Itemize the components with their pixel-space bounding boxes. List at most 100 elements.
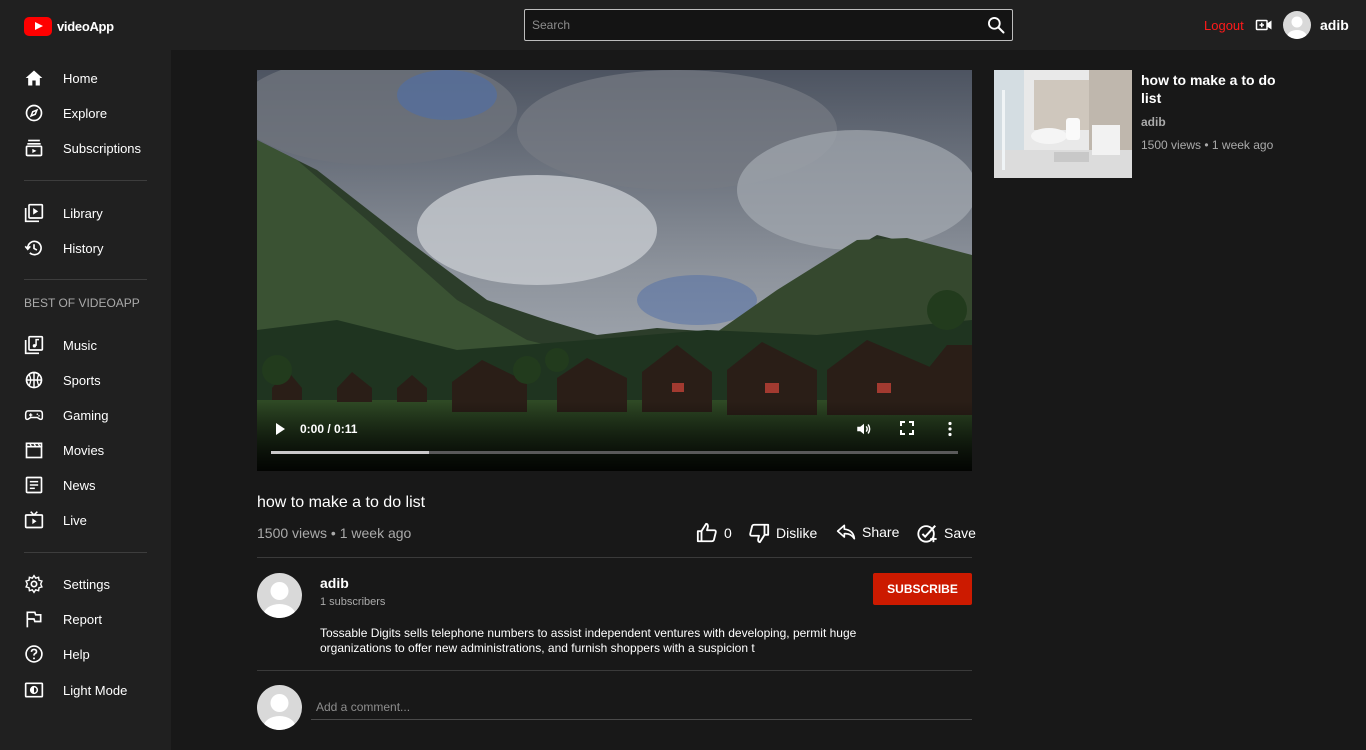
sidebar-item-label: Home xyxy=(63,70,98,86)
share-label: Share xyxy=(862,524,900,540)
video-description: Tossable Digits sells telephone numbers … xyxy=(320,626,857,655)
related-video-thumbnail[interactable] xyxy=(994,70,1132,178)
sidebar-item-light-mode[interactable]: Light Mode xyxy=(0,675,171,705)
comment-input[interactable] xyxy=(311,695,972,720)
sidebar: Home Explore Subscriptions Library Histo… xyxy=(0,50,171,750)
music-icon xyxy=(24,335,44,355)
related-video-channel[interactable]: adib xyxy=(1141,115,1166,129)
save-check-icon xyxy=(917,524,937,543)
video-meta: 1500 views • 1 week ago xyxy=(257,525,412,541)
avatar-silhouette-icon xyxy=(263,582,296,618)
help-icon xyxy=(25,645,43,663)
sidebar-item-movies[interactable]: Movies xyxy=(0,435,171,465)
progress-fill xyxy=(271,451,429,454)
save-label: Save xyxy=(944,525,976,541)
sidebar-item-report[interactable]: Report xyxy=(0,604,171,634)
channel-avatar[interactable] xyxy=(257,573,302,618)
sidebar-item-library[interactable]: Library xyxy=(0,198,171,228)
divider xyxy=(257,557,972,558)
sidebar-item-gaming[interactable]: Gaming xyxy=(0,400,171,430)
sidebar-item-settings[interactable]: Settings xyxy=(0,569,171,599)
sidebar-item-subscriptions[interactable]: Subscriptions xyxy=(0,133,171,163)
logout-link[interactable]: Logout xyxy=(1204,18,1244,33)
subscriptions-icon xyxy=(25,139,43,157)
sports-icon xyxy=(25,371,43,389)
sidebar-item-label: Settings xyxy=(63,576,110,592)
sidebar-item-news[interactable]: News xyxy=(0,470,171,500)
share-icon xyxy=(836,524,856,540)
sidebar-divider xyxy=(24,279,147,280)
subscribe-button[interactable]: SUBSCRIBE xyxy=(873,573,972,605)
like-button[interactable]: 0 xyxy=(696,522,732,544)
sidebar-item-label: Movies xyxy=(63,442,105,458)
search-box xyxy=(524,9,1013,41)
sidebar-item-label: Library xyxy=(63,205,103,221)
thumbs-up-icon xyxy=(696,522,717,543)
sidebar-item-label: Subscriptions xyxy=(63,140,142,156)
sidebar-item-sports[interactable]: Sports xyxy=(0,365,171,395)
play-logo-icon xyxy=(24,17,52,36)
create-video-icon[interactable] xyxy=(1255,16,1273,34)
related-video-meta: 1500 views • 1 week ago xyxy=(1141,138,1274,152)
sidebar-item-label: Gaming xyxy=(63,407,109,423)
sidebar-item-label: Explore xyxy=(63,105,108,121)
commenter-avatar xyxy=(257,685,302,730)
progress-bar[interactable] xyxy=(271,451,958,454)
save-button[interactable]: Save xyxy=(916,522,976,544)
movies-icon xyxy=(25,442,43,459)
sidebar-item-label: Sports xyxy=(63,372,101,388)
library-icon xyxy=(24,203,44,223)
sidebar-item-label: Light Mode xyxy=(63,682,128,698)
like-count: 0 xyxy=(724,525,732,541)
history-icon xyxy=(24,240,42,256)
video-title: how to make a to do list xyxy=(257,494,426,511)
share-button[interactable]: Share xyxy=(836,522,899,542)
avatar-silhouette-icon xyxy=(263,694,296,730)
compass-icon xyxy=(25,104,43,122)
fullscreen-icon[interactable] xyxy=(900,421,914,435)
home-icon xyxy=(25,70,43,86)
video-player[interactable]: 0:00 / 0:11 xyxy=(257,70,972,471)
more-options-icon[interactable] xyxy=(947,421,953,437)
light-mode-icon xyxy=(24,682,44,698)
search-icon[interactable] xyxy=(986,15,1006,35)
sidebar-item-label: Report xyxy=(63,611,103,627)
play-icon[interactable] xyxy=(273,422,287,436)
logo-text: videoApp xyxy=(57,19,114,34)
sidebar-divider xyxy=(24,552,147,553)
avatar-silhouette-icon xyxy=(1287,16,1307,39)
sidebar-item-music[interactable]: Music xyxy=(0,330,171,360)
gaming-icon xyxy=(24,410,44,421)
related-video-title[interactable]: how to make a to do list xyxy=(1141,71,1291,107)
sidebar-item-history[interactable]: History xyxy=(0,233,171,263)
sidebar-item-label: History xyxy=(63,240,104,256)
top-header: videoApp Logout adib xyxy=(0,0,1366,50)
flag-icon xyxy=(26,611,42,628)
sidebar-item-label: Help xyxy=(63,646,90,662)
thumbs-down-icon xyxy=(749,523,770,544)
search-input[interactable] xyxy=(525,10,975,40)
sidebar-item-label: News xyxy=(63,477,96,493)
dislike-button[interactable]: Dislike xyxy=(748,522,817,544)
player-time: 0:00 / 0:11 xyxy=(300,422,358,436)
sidebar-item-label: Live xyxy=(63,512,87,528)
dislike-label: Dislike xyxy=(776,525,818,541)
app-logo[interactable]: videoApp xyxy=(24,17,114,36)
sidebar-item-help[interactable]: Help xyxy=(0,639,171,669)
sidebar-item-label: Music xyxy=(63,337,97,353)
sidebar-divider xyxy=(24,180,147,181)
settings-icon xyxy=(25,574,43,594)
sidebar-item-live[interactable]: Live xyxy=(0,505,171,535)
user-avatar[interactable] xyxy=(1283,11,1311,39)
sidebar-section-title: BEST OF VIDEOAPP xyxy=(24,296,140,310)
divider xyxy=(257,670,972,671)
sidebar-item-explore[interactable]: Explore xyxy=(0,98,171,128)
live-icon xyxy=(24,511,44,529)
subscriber-count: 1 subscribers xyxy=(320,596,386,608)
news-icon xyxy=(25,476,43,494)
thumbnail-bathroom-image xyxy=(994,70,1132,178)
channel-name[interactable]: adib xyxy=(320,575,349,591)
volume-icon[interactable] xyxy=(855,420,873,438)
username[interactable]: adib xyxy=(1320,17,1349,33)
sidebar-item-home[interactable]: Home xyxy=(0,63,171,93)
